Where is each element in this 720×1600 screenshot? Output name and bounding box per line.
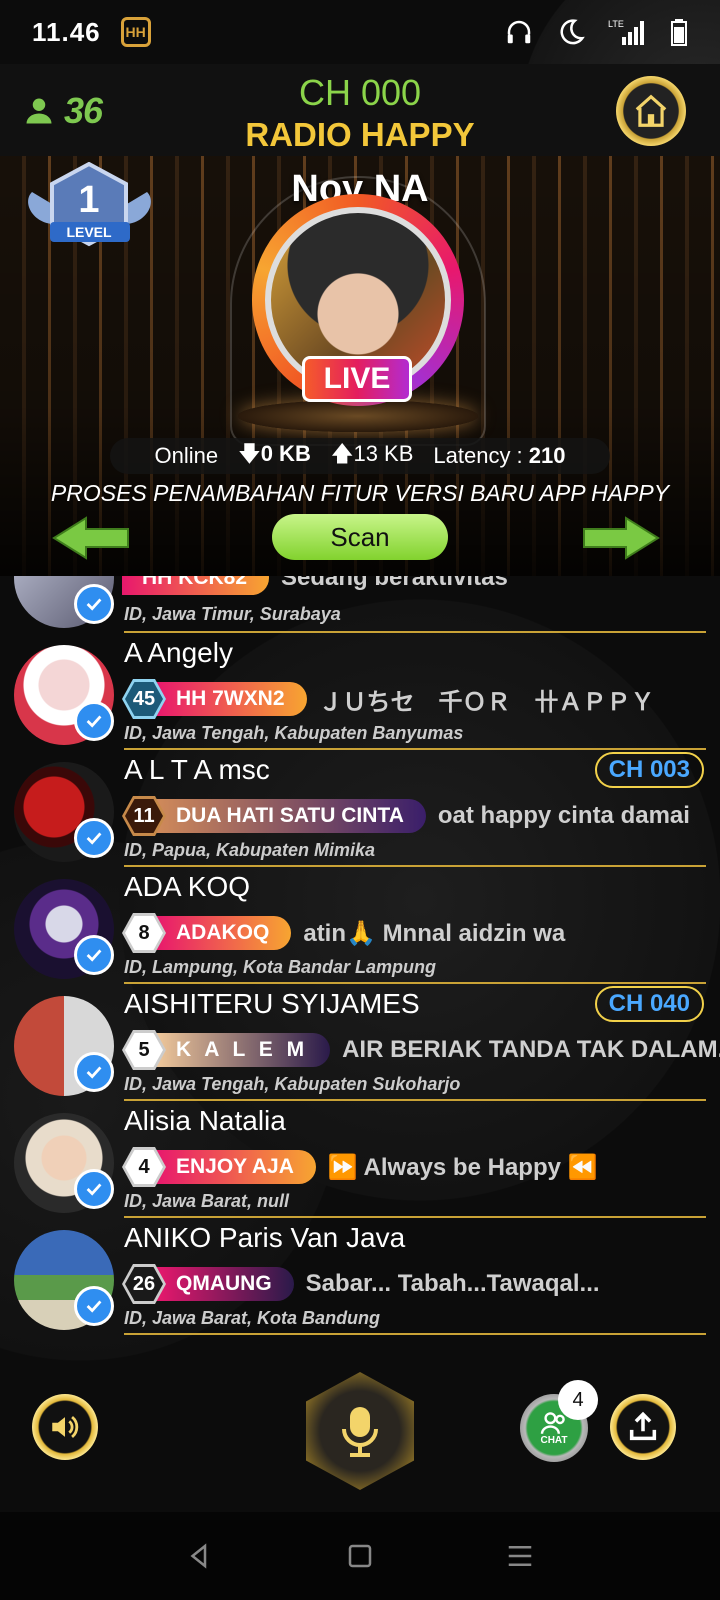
list-item[interactable]: A L T A msc CH 003 11 DUA HATI SATU CINT… — [0, 750, 720, 867]
upload-value: 13 KB — [353, 441, 414, 466]
level-label: LEVEL — [66, 224, 112, 240]
user-status: Sedang beraktivitas — [281, 576, 508, 591]
user-tagline: 4 ENJOY AJA ⏩ Always be Happy ⏪ — [122, 1147, 598, 1187]
channel-tag[interactable]: CH 040 — [594, 986, 704, 1022]
speaker-icon — [48, 1410, 82, 1444]
verified-icon — [74, 935, 114, 975]
user-tag: ADAKOQ — [156, 916, 292, 950]
radio-name: RADIO HAPPY — [245, 116, 475, 153]
microphone-button[interactable] — [306, 1372, 414, 1490]
user-location: ID, Lampung, Kota Bandar Lampung — [124, 957, 437, 977]
online-label: Online — [154, 443, 219, 468]
back-icon[interactable] — [185, 1541, 215, 1571]
channel-tag[interactable]: CH 003 — [594, 752, 704, 788]
latency-value: 210 — [528, 443, 566, 468]
live-badge: LIVE — [302, 356, 412, 402]
user-location: ID, Jawa Tengah, Kabupaten Banyumas — [124, 723, 464, 743]
menu-icon[interactable] — [505, 1541, 535, 1571]
signal-icon: LTE — [608, 17, 648, 47]
system-nav-bar — [0, 1512, 720, 1600]
list-item[interactable]: Alisia Natalia 4 ENJOY AJA ⏩ Always be H… — [0, 1101, 720, 1218]
microphone-icon — [336, 1403, 384, 1459]
headphones-icon — [504, 17, 534, 47]
user-name: Alisia Natalia — [124, 1105, 286, 1136]
download-icon: 🡇 — [238, 441, 261, 466]
stream-stats: Online 🡇0 KB 🡅13 KB Latency : 210 — [110, 438, 610, 474]
header: 36 CH 000 RADIO HAPPY — [0, 64, 720, 156]
list-item[interactable]: ADA KOQ 8 ADAKOQ atin🙏 Mnnal aidzin wa I… — [0, 867, 720, 984]
chat-label: CHAT — [540, 1434, 568, 1446]
download-value: 0 KB — [260, 441, 311, 466]
moon-icon — [556, 17, 586, 47]
verified-icon — [74, 701, 114, 741]
chat-count-badge: 4 — [558, 1380, 598, 1420]
user-tagline: 26 QMAUNG Sabar... Tabah...Tawaqal... — [122, 1264, 600, 1304]
user-name: A Angely — [124, 637, 233, 668]
share-button[interactable] — [610, 1394, 676, 1460]
user-name: ANIKO Paris Van Java — [124, 1222, 406, 1253]
verified-icon — [74, 1052, 114, 1092]
list-item[interactable]: HH KCK82 Sedang beraktivitas ID, Jawa Ti… — [0, 576, 720, 633]
user-status: atin🙏 Mnnal aidzin wa — [303, 919, 566, 947]
user-tag: DUA HATI SATU CINTA — [156, 799, 426, 833]
channel-label: CH 000 — [298, 72, 422, 113]
latency-label: Latency : — [433, 443, 523, 468]
user-status: AIR BERIAK TANDA TAK DALAM.. — [342, 1036, 720, 1063]
divider — [124, 1333, 706, 1335]
home-nav-icon[interactable] — [345, 1541, 375, 1571]
network-label: LTE — [608, 19, 624, 29]
clock: 11.46 — [32, 16, 101, 47]
user-tag: QMAUNG — [156, 1267, 294, 1301]
user-tagline: 11 DUA HATI SATU CINTA oat happy cinta d… — [122, 796, 698, 836]
list-item[interactable]: ANIKO Paris Van Java 26 QMAUNG Sabar... … — [0, 1218, 720, 1335]
user-tag: K A L E M — [156, 1033, 331, 1067]
user-name: ADA KOQ — [124, 871, 251, 902]
home-icon — [632, 92, 670, 130]
prev-arrow-icon[interactable] — [52, 516, 132, 560]
verified-icon — [74, 1286, 114, 1326]
user-tagline: 45 HH 7WXN2 ＪＵちセ 千ＯＲ 卄ＡＰＰＹ — [122, 679, 679, 719]
user-status: oat happy cinta damai — [437, 802, 690, 829]
verified-icon — [74, 1169, 114, 1209]
user-tagline: 5 K A L E M AIR BERIAK TANDA TAK DALAM.. — [122, 1030, 720, 1070]
list-item[interactable]: AISHITERU SYIJAMES CH 040 5 K A L E M AI… — [0, 984, 720, 1101]
next-arrow-icon[interactable] — [580, 516, 660, 560]
user-tagline: HH KCK82 Sedang beraktivitas — [122, 576, 508, 598]
user-status: ＪＵちセ 千ＯＲ 卄ＡＰＰＹ — [318, 688, 655, 716]
app-badge-icon: HH — [120, 17, 151, 47]
user-location: ID, Jawa Tengah, Kabupaten Sukoharjo — [124, 1074, 461, 1094]
user-location: ID, Jawa Barat, null — [124, 1191, 290, 1211]
user-name: AISHITERU SYIJAMES — [124, 988, 420, 1019]
speaker-button[interactable] — [32, 1394, 98, 1460]
user-status: Sabar... Tabah...Tawaqal... — [305, 1270, 600, 1297]
verified-icon — [74, 584, 114, 624]
upload-icon — [626, 1410, 660, 1444]
user-list[interactable]: HH KCK82 Sedang beraktivitas ID, Jawa Ti… — [0, 576, 720, 1352]
bottom-controls: CHAT 4 — [0, 1352, 720, 1512]
battery-icon — [670, 17, 688, 47]
user-tag: HH KCK82 — [122, 576, 270, 595]
scan-button[interactable]: Scan — [272, 514, 448, 560]
user-tag: HH 7WXN2 — [156, 682, 307, 716]
user-tag: ENJOY AJA — [156, 1150, 316, 1184]
upload-icon: 🡅 — [330, 441, 354, 466]
user-location: ID, Papua, Kabupaten Mimika — [124, 840, 376, 860]
live-stage: 1 LEVEL Noy NA LIVE Online 🡇0 KB 🡅13 KB … — [0, 156, 720, 576]
verified-icon — [74, 818, 114, 858]
home-button[interactable] — [616, 76, 686, 146]
status-bar: 11.46 HH LTE — [0, 0, 720, 64]
user-tagline: 8 ADAKOQ atin🙏 Mnnal aidzin wa — [122, 913, 693, 953]
user-status: ⏩ Always be Happy ⏪ — [327, 1153, 598, 1181]
user-location: ID, Jawa Barat, Kota Bandung — [124, 1308, 381, 1328]
user-location: ID, Jawa Timur, Surabaya — [124, 604, 341, 624]
user-name: A L T A msc — [124, 754, 270, 785]
announcement-marquee: PROSES PENAMBAHAN FITUR VERSI BARU APP H… — [50, 480, 670, 506]
list-item[interactable]: A Angely 45 HH 7WXN2 ＪＵちセ 千ＯＲ 卄ＡＰＰＹ ID, … — [0, 633, 720, 750]
